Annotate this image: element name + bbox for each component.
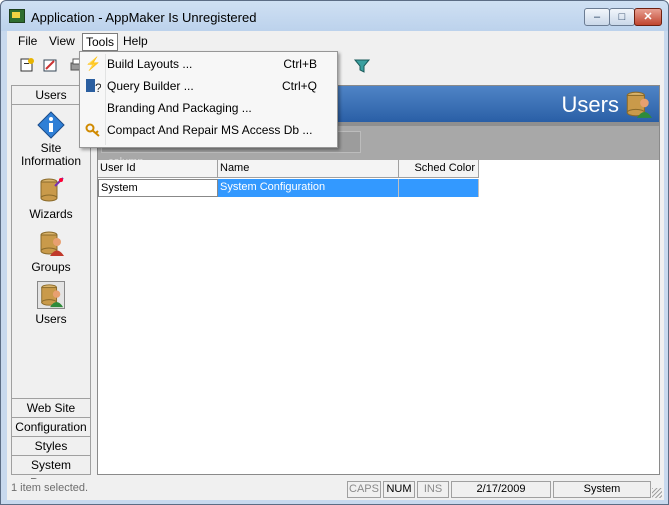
menu-item-branding-and-packaging[interactable]: Branding And Packaging ...	[82, 97, 335, 119]
menu-item-shortcut: Ctrl+Q	[281, 79, 317, 93]
edit-icon[interactable]	[40, 57, 60, 77]
query-icon: ?	[85, 78, 102, 95]
menu-item-label: Build Layouts ...	[107, 57, 193, 71]
sidebar-panel: Site Information Wizards Groups Users	[12, 105, 90, 398]
info-icon	[37, 111, 65, 139]
cell-sched-color[interactable]	[399, 179, 479, 197]
menu-view[interactable]: View	[46, 33, 78, 51]
users-grid: User Id Name Sched Color System System C…	[98, 160, 659, 474]
resize-grip[interactable]	[652, 488, 662, 498]
sidebar-item-label: Wizards	[29, 207, 73, 221]
cell-name[interactable]: System Configuration	[218, 179, 399, 197]
column-header-sched-color[interactable]: Sched Color	[399, 160, 479, 178]
sidebar-tab-styles[interactable]: Styles	[12, 436, 90, 455]
users-icon	[37, 281, 65, 309]
menu-item-query-builder[interactable]: ? Query Builder ... Ctrl+Q	[82, 75, 335, 97]
svg-text:?: ?	[95, 81, 101, 94]
status-text: 1 item selected.	[11, 482, 89, 494]
lightning-icon: ⚡	[85, 56, 102, 71]
sidebar-item-users[interactable]: Users	[12, 281, 90, 326]
menu-item-label: Compact And Repair MS Access Db ...	[107, 123, 313, 137]
wizard-icon	[40, 177, 64, 202]
column-header-user-id[interactable]: User Id	[98, 160, 218, 178]
caps-indicator: CAPS	[347, 481, 381, 498]
sidebar-tab-configuration[interactable]: Configuration	[12, 417, 90, 436]
sidebar-item-groups[interactable]: Groups	[12, 229, 90, 274]
filter-icon[interactable]	[352, 57, 372, 77]
key-icon	[85, 122, 101, 138]
menu-bar: File View Tools Help	[7, 31, 664, 51]
num-indicator: NUM	[383, 481, 415, 498]
menu-item-build-layouts[interactable]: ⚡ Build Layouts ... Ctrl+B	[82, 53, 335, 75]
new-icon[interactable]	[17, 57, 37, 77]
menu-item-compact-and-repair[interactable]: Compact And Repair MS Access Db ...	[82, 119, 335, 141]
close-button[interactable]: ✕	[634, 8, 662, 26]
menu-item-label: Branding And Packaging ...	[107, 101, 252, 115]
sidebar-item-label: Groups	[31, 260, 71, 274]
status-bar: 1 item selected. CAPS NUM INS 2/17/2009 …	[7, 479, 664, 500]
ins-indicator: INS	[417, 481, 449, 498]
menu-item-label: Query Builder ...	[107, 79, 194, 93]
maximize-button[interactable]: □	[609, 8, 635, 26]
window-title: Application - AppMaker Is Unregistered	[31, 10, 257, 25]
tools-menu-dropdown: ⚡ Build Layouts ... Ctrl+B ? Query Build…	[79, 51, 338, 148]
groups-icon	[40, 231, 64, 256]
sidebar-item-label: Users	[35, 312, 67, 326]
user-indicator: System	[553, 481, 651, 498]
sidebar-tab-web-site[interactable]: Web Site	[12, 398, 90, 417]
close-icon: ✕	[643, 11, 653, 23]
menu-tools[interactable]: Tools	[82, 33, 119, 51]
maximize-icon: □	[618, 11, 626, 23]
title-bar: Application - AppMaker Is Unregistered –…	[1, 1, 668, 31]
sidebar-tab-system-reports[interactable]: System Reports	[12, 455, 90, 490]
menu-help[interactable]: Help	[120, 33, 151, 51]
menu-item-shortcut: Ctrl+B	[283, 57, 317, 71]
menu-file[interactable]: File	[15, 33, 40, 51]
users-icon	[626, 91, 652, 118]
cell-user-id[interactable]: System	[98, 179, 218, 197]
banner-title: Users	[561, 92, 619, 117]
sidebar-item-wizards[interactable]: Wizards	[12, 176, 90, 221]
minimize-icon: –	[593, 11, 601, 23]
sidebar-item-label: Site Information	[21, 141, 82, 168]
minimize-button[interactable]: –	[584, 8, 610, 26]
date-indicator: 2/17/2009	[451, 481, 551, 498]
column-header-name[interactable]: Name	[218, 160, 399, 178]
app-icon	[9, 9, 25, 23]
